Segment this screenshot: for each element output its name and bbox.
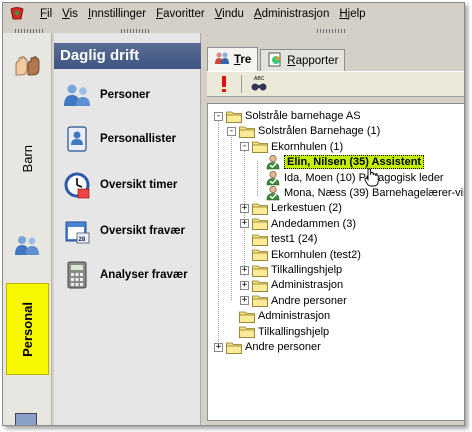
tree-folder-node[interactable]: + Andedammen (3) xyxy=(240,216,356,232)
report-icon xyxy=(267,51,283,70)
binoculars-search-icon[interactable]: ABC xyxy=(248,73,270,95)
menu-administrasjon[interactable]: Administrasjon xyxy=(249,8,334,20)
mouse-pointer-icon xyxy=(364,168,380,191)
folder-icon xyxy=(252,294,268,308)
tree-folder-node[interactable]: + Lerkestuen (2) xyxy=(240,200,342,216)
organization-tree[interactable]: - Solstråle barnehage AS - Solstrålen Barne… xyxy=(207,103,464,421)
tree-node-label: Elin, Nilsen (35) Assistent xyxy=(284,155,425,170)
person-check-icon xyxy=(265,154,281,170)
tree-node-label: Administrasjon xyxy=(258,310,331,323)
collapse-icon[interactable]: - xyxy=(240,142,249,152)
alert-icon[interactable] xyxy=(213,73,235,95)
person-check-icon xyxy=(265,185,281,201)
panel-title: Daglig drift xyxy=(54,43,201,69)
tab-tre[interactable]: Tre xyxy=(207,47,259,71)
calendar-icon: 28 xyxy=(62,216,92,246)
folder-icon xyxy=(252,264,268,277)
tree-node-label: Solstrålen Barnehage (1) xyxy=(258,125,381,138)
expand-icon[interactable]: + xyxy=(240,280,249,290)
expand-icon[interactable]: + xyxy=(214,342,223,352)
toolbar: ABC xyxy=(207,71,464,97)
people-icon xyxy=(214,51,230,68)
clock-icon xyxy=(62,170,92,200)
tab-personal[interactable]: Personal xyxy=(6,283,49,375)
tree-folder-node[interactable]: Tilkallingshjelp xyxy=(227,324,329,340)
folder-icon xyxy=(239,310,255,323)
tree-folder-node[interactable]: Ekornhulen (test2) xyxy=(240,247,361,263)
nav-analyser-fravaer[interactable]: Analyser fravær xyxy=(62,259,188,291)
people-icon xyxy=(62,80,92,110)
tree-folder-node[interactable]: Administrasjon xyxy=(227,308,330,324)
collapse-icon[interactable]: - xyxy=(227,126,236,136)
expand-icon[interactable]: + xyxy=(240,203,249,213)
menu-hjelp[interactable]: Hjelp xyxy=(334,8,370,20)
calculator-icon xyxy=(62,260,92,290)
view-tabs: Tre Rapporter xyxy=(207,47,347,71)
folder-icon xyxy=(252,140,268,154)
folder-icon xyxy=(239,125,255,138)
app-logo-icon[interactable] xyxy=(7,5,27,23)
menu-vis[interactable]: Vis xyxy=(57,8,83,20)
collapse-icon[interactable]: - xyxy=(214,111,223,121)
tree-node-label: Andedammen (3) xyxy=(271,217,356,230)
tree-person-node[interactable]: Ida, Moen (10) Pedagogisk leder xyxy=(253,170,444,186)
tree-node-label: Lerkestuen (2) xyxy=(271,202,342,215)
folder-icon xyxy=(239,325,255,338)
tree-node-label: Andre personer xyxy=(271,294,347,307)
tree-node-label: Andre personer xyxy=(245,341,321,353)
menu-bar: Fil Vis Innstillinger Favoritter Vindu A… xyxy=(3,3,464,25)
tree-connector-line xyxy=(218,114,219,352)
tab-barn[interactable]: Barn xyxy=(6,131,49,187)
toolbar-separator xyxy=(241,75,242,93)
folder-icon xyxy=(226,341,242,354)
menu-favoritter[interactable]: Favoritter xyxy=(151,8,210,20)
tree-folder-node[interactable]: + Tilkallingshjelp xyxy=(240,262,342,278)
menu-fil[interactable]: Fil xyxy=(35,8,57,20)
expand-icon[interactable]: + xyxy=(240,219,249,229)
nav-personallister[interactable]: Personallister xyxy=(62,123,176,155)
people-icon[interactable] xyxy=(13,233,41,260)
tree-node-label: Administrasjon xyxy=(271,279,344,292)
waving-hands-icon xyxy=(12,55,42,80)
tree-folder-node[interactable]: - Solstråle barnehage AS xyxy=(214,108,361,124)
tree-person-node[interactable]: Mona, Næss (39) Barnehagelærer-vik xyxy=(253,185,464,201)
app-window: Fil Vis Innstillinger Favoritter Vindu A… xyxy=(2,2,465,426)
tree-folder-node[interactable]: + Andre personer xyxy=(214,339,321,355)
folder-icon xyxy=(252,202,268,215)
tree-folder-node[interactable]: + Andre personer xyxy=(240,293,347,309)
svg-text:28: 28 xyxy=(79,237,86,243)
id-card-icon xyxy=(62,124,92,154)
folder-icon xyxy=(252,233,268,246)
svg-text:ABC: ABC xyxy=(254,76,265,82)
folder-icon xyxy=(252,248,268,261)
tree-person-node[interactable]: Elin, Nilsen (35) Assistent xyxy=(253,154,425,170)
tree-node-label: Tilkallingshjelp xyxy=(258,325,330,338)
nav-personer[interactable]: Personer xyxy=(62,79,150,111)
tree-node-label: Solstråle barnehage AS xyxy=(245,110,361,122)
vertical-tab-strip: Barn Personal xyxy=(3,33,52,425)
menu-vindu[interactable]: Vindu xyxy=(210,8,249,20)
folder-icon xyxy=(252,217,268,231)
tree-pane: Tre Rapporter ABC - Solstråle barnehage A… xyxy=(203,33,464,425)
tree-node-label: Ekornhulen (1) xyxy=(271,140,344,153)
nav-oversikt-fravaer[interactable]: 28 Oversikt fravær xyxy=(62,215,185,247)
tree-folder-node[interactable]: test1 (24) xyxy=(240,231,317,247)
expand-icon[interactable]: + xyxy=(240,265,249,275)
tree-folder-node[interactable]: + Administrasjon xyxy=(240,277,343,293)
tree-folder-node[interactable]: - Ekornhulen (1) xyxy=(240,139,343,155)
tree-node-label: Tilkallingshjelp xyxy=(271,264,343,276)
daglig-drift-panel: Daglig drift Personer Personallister Ove… xyxy=(54,33,201,425)
expand-icon[interactable]: + xyxy=(240,296,249,306)
nav-oversikt-timer[interactable]: Oversikt timer xyxy=(62,169,177,201)
tab-rapporter[interactable]: Rapporter xyxy=(260,49,346,71)
menu-innstillinger[interactable]: Innstillinger xyxy=(83,8,151,20)
person-check-icon xyxy=(265,170,281,186)
tree-node-label: Ekornhulen (test2) xyxy=(271,248,361,261)
tree-node-label: test1 (24) xyxy=(271,233,318,246)
folder-icon xyxy=(226,110,242,123)
tree-connector-line xyxy=(231,130,232,300)
tree-folder-node[interactable]: - Solstrålen Barnehage (1) xyxy=(227,123,380,139)
tab-bottom-icon[interactable] xyxy=(15,413,37,425)
folder-icon xyxy=(252,279,268,292)
